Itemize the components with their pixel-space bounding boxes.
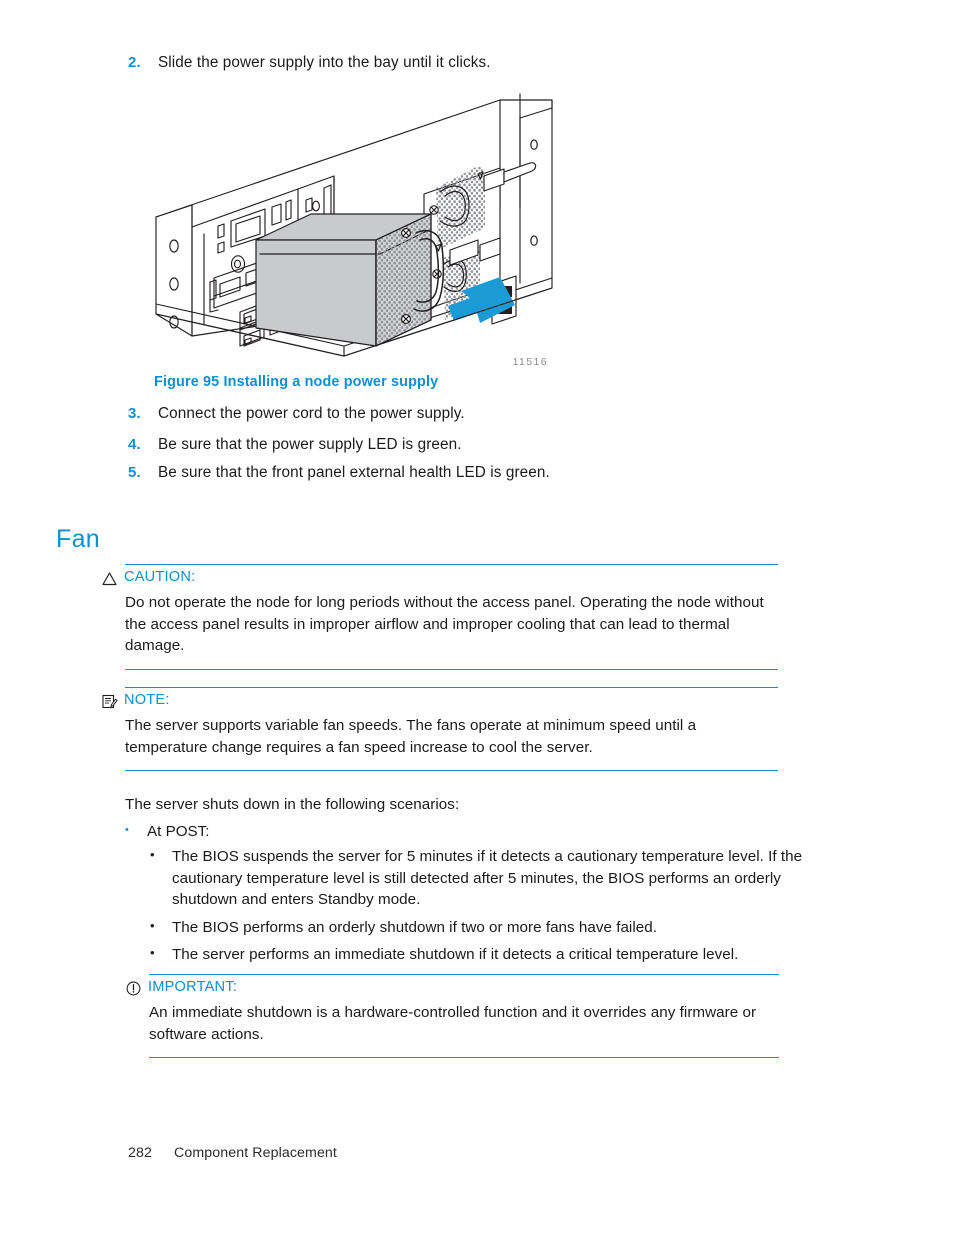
step-text: Slide the power supply into the bay unti…	[158, 54, 491, 71]
document-page: 2. Slide the power supply into the bay u…	[0, 0, 954, 1235]
list-item: • The server performs an immediate shutd…	[150, 944, 818, 966]
list-item-step-5: 5. Be sure that the front panel external…	[128, 462, 550, 484]
note-admonition: NOTE: The server supports variable fan s…	[102, 687, 778, 772]
list-item-text: The BIOS performs an orderly shutdown if…	[172, 918, 657, 936]
page-title: Fan	[56, 524, 100, 553]
list-item-text: The server performs an immediate shutdow…	[172, 946, 739, 963]
figure-caption: Figure 95 Installing a node power supply	[154, 374, 439, 390]
divider-top	[125, 687, 778, 688]
caution-label: CAUTION:	[124, 569, 196, 585]
warning-triangle-icon	[101, 570, 118, 587]
divider-bottom	[125, 770, 778, 772]
bullet-marker: •	[150, 917, 155, 933]
important-label: IMPORTANT:	[148, 979, 238, 995]
list-item-label: At POST:	[147, 823, 210, 840]
intro-paragraph: The server shuts down in the following s…	[125, 796, 460, 813]
chapter-title: Component Replacement	[173, 1145, 337, 1161]
step-number: 3.	[128, 405, 141, 422]
list-item-at-post: • At POST:	[125, 821, 209, 842]
list-item-step-2: 2. Slide the power supply into the bay u…	[128, 52, 491, 74]
bullet-marker: •	[150, 847, 155, 862]
figure-id-label: 11516	[512, 356, 548, 368]
note-body: The server supports variable fan speeds.…	[125, 717, 697, 756]
important-body: An immediate shutdown is a hardware-cont…	[149, 1004, 757, 1043]
server-rear-panel-drawing	[155, 93, 553, 357]
step-number: 2.	[128, 54, 141, 71]
list-item: • The BIOS performs an orderly shutdown …	[150, 917, 818, 939]
page-number: 282	[128, 1145, 152, 1161]
step-text: Be sure that the front panel external he…	[158, 464, 550, 481]
page-footer: 282 Component Replacement	[128, 1145, 337, 1161]
step-number: 4.	[128, 436, 141, 453]
caution-admonition: CAUTION: Do not operate the node for lon…	[102, 564, 778, 670]
divider-top	[125, 564, 778, 565]
bullet-marker: •	[125, 824, 129, 836]
note-label: NOTE:	[124, 692, 170, 708]
list-item-step-3: 3. Connect the power cord to the power s…	[128, 403, 465, 425]
scenario-sublist: • The BIOS suspends the server for 5 min…	[150, 846, 818, 972]
list-item-step-4: 4. Be sure that the power supply LED is …	[128, 434, 462, 456]
divider-top	[149, 974, 779, 975]
divider-bottom	[149, 1057, 779, 1059]
list-item: • The BIOS suspends the server for 5 min…	[150, 846, 818, 911]
note-pencil-icon	[101, 693, 118, 710]
caution-body: Do not operate the node for long periods…	[125, 594, 764, 655]
divider-bottom	[125, 668, 778, 670]
exclamation-circle-icon	[125, 980, 142, 997]
step-text: Connect the power cord to the power supp…	[158, 405, 465, 422]
bullet-marker: •	[150, 945, 155, 960]
figure-illustration: 11516	[148, 88, 560, 370]
important-admonition: IMPORTANT: An immediate shutdown is a ha…	[126, 974, 779, 1059]
list-item-text: The BIOS suspends the server for 5 minut…	[172, 848, 803, 908]
step-text: Be sure that the power supply LED is gre…	[158, 436, 462, 453]
step-number: 5.	[128, 464, 141, 481]
